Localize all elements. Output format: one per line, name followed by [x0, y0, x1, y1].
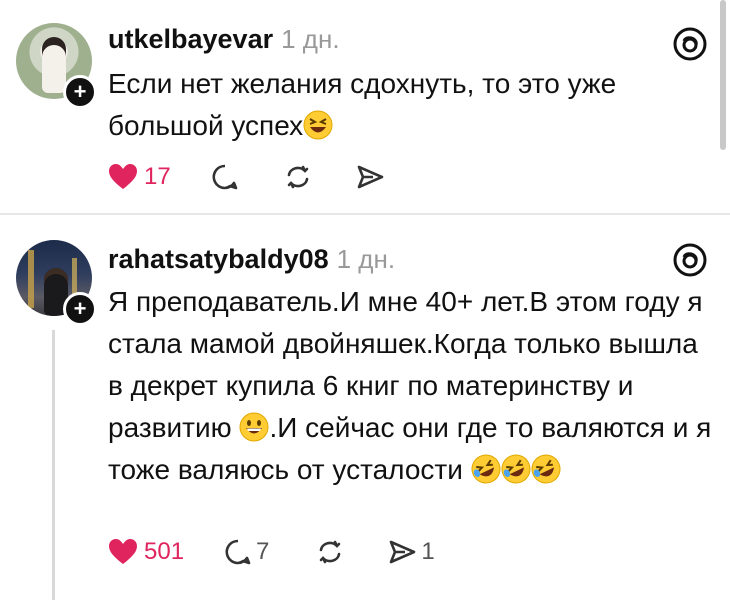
send-icon — [357, 165, 384, 189]
post-body: Если нет желания сдохнуть, то это уже бо… — [108, 68, 617, 141]
post-time: 1 дн. — [336, 244, 396, 274]
repost-icon — [320, 540, 341, 564]
rolling-on-floor-laughing-icon — [471, 454, 501, 484]
post-actions: 501 7 1 — [108, 532, 435, 572]
follow-plus-button[interactable]: + — [63, 75, 97, 109]
thread-post: + rahatsatybaldy08 1 дн. Я преподаватель… — [0, 216, 730, 600]
repost-icon — [287, 165, 309, 189]
post-divider — [0, 213, 730, 215]
comment-icon — [225, 539, 251, 565]
like-count: 501 — [144, 538, 185, 565]
share-count: 1 — [421, 538, 435, 565]
laughing-face-icon — [303, 110, 333, 140]
send-icon — [390, 540, 416, 564]
username[interactable]: utkelbayevar — [108, 24, 273, 55]
follow-plus-button[interactable]: + — [63, 292, 97, 326]
avatar-figure — [42, 37, 66, 93]
comment-button[interactable] — [211, 163, 239, 191]
post-time: 1 дн. — [281, 24, 340, 54]
share-button[interactable] — [355, 163, 385, 191]
post-actions: 17 — [108, 157, 385, 197]
rolling-on-floor-laughing-icon — [531, 454, 561, 484]
comment-count: 7 — [256, 538, 270, 565]
threads-logo-icon[interactable] — [672, 242, 708, 278]
comment-icon — [212, 164, 238, 190]
rolling-on-floor-laughing-icon — [501, 454, 531, 484]
like-count: 17 — [144, 163, 171, 190]
heart-filled-icon — [109, 539, 137, 564]
heart-filled-icon — [109, 164, 137, 189]
avatar-background — [28, 250, 34, 308]
comment-button[interactable]: 7 — [224, 538, 269, 566]
like-button[interactable]: 17 — [108, 163, 171, 191]
post-header: rahatsatybaldy08 1 дн. — [108, 244, 395, 275]
thread-line — [52, 330, 55, 600]
post-text: Я преподаватель.И мне 40+ лет.В этом год… — [108, 281, 713, 491]
post-text: Если нет желания сдохнуть, то это уже бо… — [108, 63, 713, 147]
share-button[interactable]: 1 — [387, 538, 435, 566]
thread-post: + utkelbayevar 1 дн. Если нет желания сд… — [0, 0, 730, 214]
grinning-face-icon — [239, 412, 269, 442]
threads-logo-icon[interactable] — [672, 26, 708, 62]
repost-button[interactable] — [283, 163, 313, 191]
username[interactable]: rahatsatybaldy08 — [108, 244, 329, 275]
repost-button[interactable] — [315, 538, 345, 566]
like-button[interactable]: 501 — [108, 538, 184, 566]
post-header: utkelbayevar 1 дн. — [108, 24, 340, 55]
